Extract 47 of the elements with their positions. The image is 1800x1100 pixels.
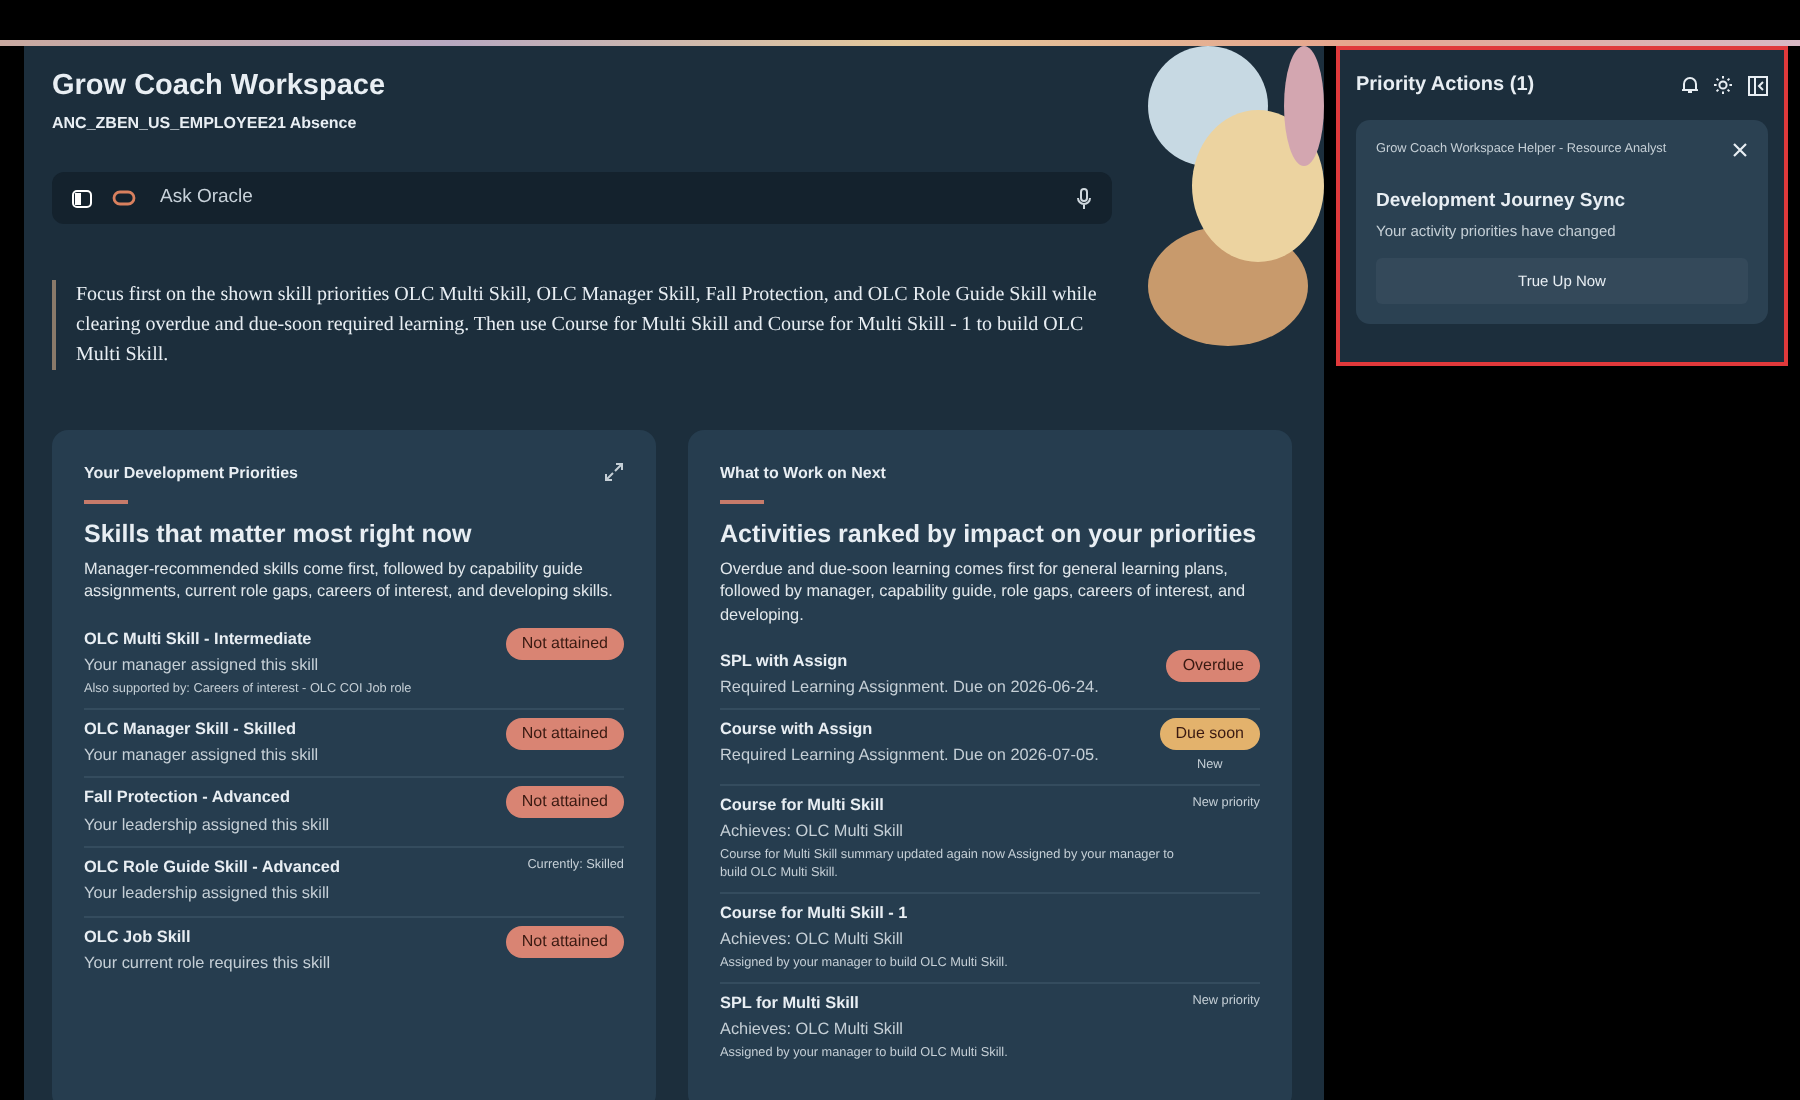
item-title: OLC Manager Skill - Skilled [84, 717, 299, 742]
item-subtitle: Achieves: OLC Multi Skill [720, 1018, 905, 1043]
item-subtitle: Your manager assigned this skill [84, 653, 321, 678]
item-subtitle: Your current role requires this skill [84, 951, 331, 976]
page-subtitle: ANC_ZBEN_US_EMPLOYEE21 Absence [52, 112, 359, 137]
status-badge: Not attained [505, 925, 624, 958]
item-subtitle: Achieves: OLC Multi Skill [720, 820, 905, 845]
collapse-panel-icon[interactable] [1748, 75, 1768, 95]
status-badge: Not attained [505, 786, 624, 819]
status-badge: Due soon [1159, 718, 1260, 751]
oval-logo-icon [112, 190, 136, 207]
card-description: Overdue and due-soon learning comes first for general learning plans, followed by manager, capability guide, role gaps, careers of interest, and developing. [720, 558, 1248, 626]
sun-icon[interactable] [1714, 76, 1732, 94]
bell-icon[interactable] [1682, 76, 1698, 94]
expand-icon[interactable] [604, 462, 624, 483]
item-title: SPL for Multi Skill [720, 991, 861, 1016]
item-title: Course for Multi Skill [720, 793, 886, 818]
card-eyebrow: Your Development Priorities [84, 462, 298, 487]
item-title: SPL with Assign [720, 649, 850, 674]
item-subtitle: Required Learning Assignment. Due on 2026-06-24. [720, 675, 1099, 700]
item-title: OLC Multi Skill - Intermediate [84, 627, 314, 652]
item-title: Course for Multi Skill - 1 [720, 901, 910, 926]
ask-bar[interactable]: Ask Oracle [52, 172, 1112, 225]
item-subtitle: Your leadership assigned this skill [84, 882, 332, 907]
panel-toggle-icon[interactable] [72, 189, 92, 208]
item-subtitle: Achieves: OLC Multi Skill [720, 927, 905, 952]
card-heading: Skills that matter most right now [84, 520, 474, 551]
item-title: OLC Job Skill [84, 925, 193, 950]
item-title: Course with Assign [720, 718, 875, 743]
item-title: Fall Protection - Advanced [84, 786, 292, 811]
ask-field[interactable]: Ask Oracle [156, 182, 1056, 216]
card-heading: Activities ranked by impact on your priorities [720, 520, 1259, 551]
item-subtitle: Your leadership assigned this skill [84, 813, 330, 838]
item-subtitle: Required Learning Assignment. Due on 2026-07-05. [720, 744, 1099, 769]
close-icon[interactable] [1732, 141, 1748, 158]
focus-summary: Focus first on the shown skill priorities OLC Multi Skill, OLC Manager Skill, Fall Protection, and OLC Role Guide Skill while clearing overdue and due-soon required learning. Then use Course for Multi Skill and Course for Multi Skill - 1 to build OLC Multi Skill. [52, 280, 1132, 371]
panel-title: Priority Actions (1) [1356, 72, 1535, 100]
item-title: OLC Role Guide Skill - Advanced [84, 855, 340, 880]
item-subtitle: Your manager assigned this skill [84, 744, 319, 769]
status-badge: Not attained [505, 627, 624, 660]
status-badge: Not attained [505, 717, 624, 750]
card-eyebrow: What to Work on Next [720, 462, 886, 487]
notification-title: Development Journey Sync [1376, 187, 1628, 216]
status-badge: Overdue [1166, 649, 1260, 682]
card-description: Manager-recommended skills come first, followed by capability guide assignments, current role gaps, careers of interest, and developing skills. [84, 558, 615, 604]
microphone-icon[interactable] [1076, 187, 1092, 210]
page-title: Grow Coach Workspace [52, 70, 388, 105]
